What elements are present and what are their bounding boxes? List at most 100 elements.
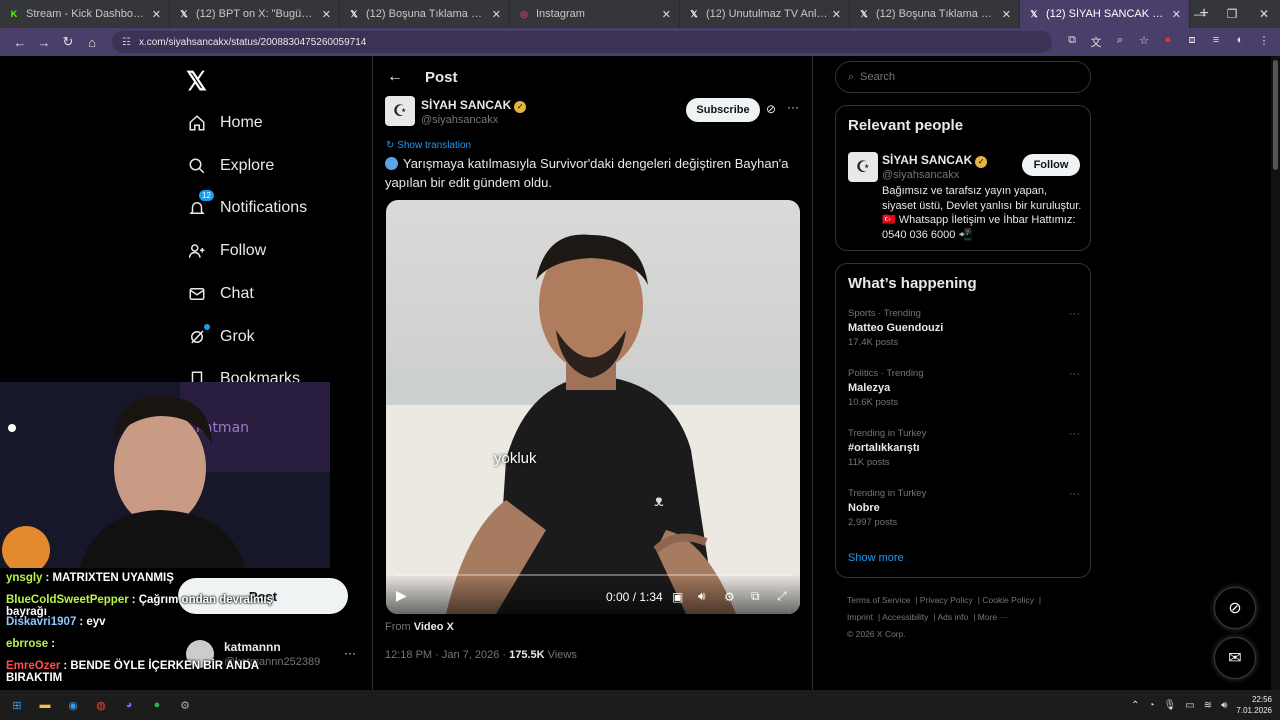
wifi-icon[interactable]: ≋ <box>1204 700 1212 711</box>
trend-item[interactable]: Trending in Turkey #ortalıkkarıştı 11K p… <box>848 428 1080 468</box>
scrollbar-thumb[interactable] <box>1273 60 1278 170</box>
browser-tab[interactable]: 𝕏 (12) Boşuna Tıklama on X: "4 y ✕ <box>340 0 510 28</box>
browser-tab[interactable]: 𝕏 (12) SİYAH SANCAK on X: " ✕ <box>1020 0 1190 28</box>
site-info-icon[interactable]: ☷ <box>122 37 131 48</box>
author-handle[interactable]: @siyahsancakx <box>421 114 526 126</box>
system-clock[interactable]: 22:56 7.01.2026 <box>1236 694 1272 716</box>
settings-gear-icon[interactable]: ⚙ <box>724 590 735 604</box>
back-icon[interactable]: ← <box>8 35 32 50</box>
extensions-icon[interactable]: ⧈ <box>1184 34 1200 50</box>
volume-tray-icon[interactable]: 🔊︎ <box>1221 700 1227 711</box>
close-window-icon[interactable]: ✕ <box>1248 0 1280 28</box>
spotify-icon[interactable]: ● <box>146 694 168 716</box>
tab-close-icon[interactable]: ✕ <box>492 8 501 21</box>
bookmark-star-icon[interactable]: ☆ <box>1136 34 1152 50</box>
play-icon[interactable]: ▶ <box>396 587 407 604</box>
tab-close-icon[interactable]: ✕ <box>1002 8 1011 21</box>
restore-icon[interactable]: ❐ <box>1216 0 1248 28</box>
video-progress-bar[interactable] <box>394 574 792 576</box>
messages-fab-icon[interactable]: ✉ <box>1214 637 1256 679</box>
nav-explore[interactable]: Explore <box>186 155 274 177</box>
address-bar[interactable]: ☷ x.com/siyahsancakx/status/200883047526… <box>112 31 1052 53</box>
show-translation-link[interactable]: ↻ Show translation <box>386 140 471 151</box>
person-info[interactable]: SİYAH SANCAK ✓ @siyahsancakx <box>882 151 988 181</box>
footer-link[interactable]: Ads info <box>938 612 969 622</box>
windows-start-icon[interactable]: ⊞ <box>6 694 28 716</box>
captions-icon[interactable]: ▣ <box>672 590 683 604</box>
footer-link[interactable]: Cookie Policy <box>982 595 1034 605</box>
media-icon[interactable]: ≡ <box>1208 34 1224 50</box>
browser-tab[interactable]: 𝕏 (12) BPT on X: "Bugün "Artık bu ✕ <box>170 0 340 28</box>
mic-icon[interactable]: 🎙︎ <box>1164 700 1177 711</box>
follow-button[interactable]: Follow <box>1022 154 1080 176</box>
more-options-icon[interactable]: ··· <box>1069 428 1080 440</box>
more-options-icon[interactable]: ··· <box>1069 368 1080 380</box>
trend-item[interactable]: Sports · Trending Matteo Guendouzi 17.4K… <box>848 308 1080 348</box>
footer-link[interactable]: Accessibility <box>882 612 928 622</box>
tab-close-icon[interactable]: ✕ <box>662 8 671 21</box>
tab-title: (12) SİYAH SANCAK on X: " <box>1046 8 1168 20</box>
forward-icon[interactable]: → <box>32 35 56 50</box>
zoom-icon[interactable]: ⌕ <box>1112 34 1128 50</box>
display-icon[interactable]: ▭ <box>1185 700 1194 711</box>
profile-icon[interactable]: ◐ <box>1232 34 1248 50</box>
post-author[interactable]: ☪ SİYAH SANCAK ✓ @siyahsancakx <box>385 96 527 126</box>
footer-link[interactable]: Imprint <box>847 612 873 622</box>
back-arrow-icon[interactable]: ← <box>387 68 403 86</box>
nav-grok[interactable]: Grok <box>186 324 255 348</box>
discord-icon[interactable]: ◕ <box>118 694 140 716</box>
search-input[interactable]: ⌕ Search <box>835 61 1091 93</box>
show-more-link[interactable]: Show more <box>848 552 904 564</box>
picture-in-picture-icon[interactable]: ⧉ <box>751 589 760 604</box>
nav-follow[interactable]: Follow <box>186 240 266 262</box>
avatar[interactable]: ☪ <box>848 152 878 182</box>
subscribe-button[interactable]: Subscribe <box>686 98 760 122</box>
tab-title: Stream - Kick Dashboard <box>26 8 148 20</box>
nav-notifications[interactable]: 12 Notifications <box>186 190 307 219</box>
fullscreen-icon[interactable]: ⤢ <box>777 589 787 604</box>
from-source-link[interactable]: Video X <box>414 621 454 633</box>
footer-link[interactable]: More ··· <box>978 612 1008 622</box>
trend-item[interactable]: Trending in Turkey Nobre 2,997 posts ··· <box>848 488 1080 528</box>
install-icon[interactable]: ⧉ <box>1064 34 1080 50</box>
post-timestamp[interactable]: 12:18 PM · Jan 7, 2026 · <box>385 649 509 661</box>
home-browser-icon[interactable]: ⌂ <box>80 35 104 50</box>
browser-tab[interactable]: ◎ Instagram ✕ <box>510 0 680 28</box>
reload-icon[interactable]: ↻ <box>56 34 80 50</box>
nav-chat[interactable]: Chat <box>186 283 254 305</box>
extension-red-icon[interactable]: ● <box>1160 34 1176 50</box>
more-options-icon[interactable]: ··· <box>344 646 356 660</box>
grok-fab-icon[interactable]: ⊘ <box>1214 587 1256 629</box>
minimize-icon[interactable]: — <box>1184 0 1216 28</box>
trend-item[interactable]: Politics · Trending Malezya 10.6K posts … <box>848 368 1080 408</box>
tab-close-icon[interactable]: ✕ <box>322 8 331 21</box>
tab-close-icon[interactable]: ✕ <box>152 8 161 21</box>
menu-icon[interactable]: ⋮ <box>1256 34 1272 50</box>
person-name[interactable]: SİYAH SANCAK <box>882 153 972 167</box>
volume-icon[interactable]: 🔊︎ <box>698 589 706 604</box>
chat-message: Diskavri1907: eyv <box>6 616 106 628</box>
more-options-icon[interactable]: ··· <box>1069 488 1080 500</box>
tab-close-icon[interactable]: ✕ <box>832 8 841 21</box>
tab-close-icon[interactable]: ✕ <box>1172 8 1181 21</box>
edge-icon[interactable]: ◉ <box>62 694 84 716</box>
browser-tab[interactable]: 𝕏 (12) Boşuna Tıklama on X: "Sol ✕ <box>850 0 1020 28</box>
more-options-icon[interactable]: ··· <box>787 100 799 114</box>
tray-expand-icon[interactable]: ⌃ <box>1131 700 1139 711</box>
footer-link[interactable]: Privacy Policy <box>920 595 973 605</box>
chrome-icon[interactable]: ◍ <box>90 694 112 716</box>
x-logo-icon[interactable]: 𝕏 <box>186 66 207 97</box>
footer-link[interactable]: Terms of Service <box>847 595 910 605</box>
settings-app-icon[interactable]: ⚙ <box>174 694 196 716</box>
video-player[interactable]: ᴥ yokluk ▶ 0:00 / 1:34 ▣ 🔊︎ ⚙ ⧉ ⤢ <box>386 200 800 614</box>
author-name[interactable]: SİYAH SANCAK <box>421 98 511 112</box>
network-icon[interactable]: ◔ <box>1149 700 1155 711</box>
translate-icon[interactable]: 文 <box>1088 34 1104 50</box>
nav-home[interactable]: Home <box>186 112 263 134</box>
browser-tab[interactable]: 𝕏 (12) Unutulmaz TV Anları on X ✕ <box>680 0 850 28</box>
grok-explain-icon[interactable]: ⊘ <box>766 102 776 116</box>
more-options-icon[interactable]: ··· <box>1069 308 1080 320</box>
browser-tab[interactable]: K Stream - Kick Dashboard ✕ <box>0 0 170 28</box>
file-explorer-icon[interactable]: ▬ <box>34 694 56 716</box>
avatar[interactable]: ☪ <box>385 96 415 126</box>
